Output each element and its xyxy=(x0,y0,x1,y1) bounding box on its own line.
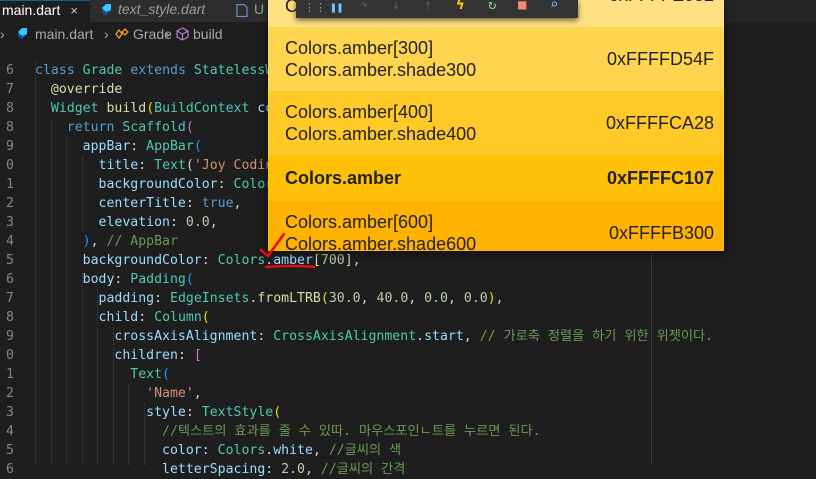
tab-label: main.dart xyxy=(2,2,61,18)
code-text: color: Colors.white, //글씨의 색 xyxy=(162,443,402,458)
tab-label: text_style.dart xyxy=(118,1,206,17)
code-line[interactable]: 7 padding: EdgeInsets.fromLTRB(30.0, 40.… xyxy=(0,289,816,308)
code-text: child: Column( xyxy=(98,310,210,325)
chevron-right-icon: › xyxy=(104,26,109,42)
debug-toolbar: ⋮⋮ ❚❚ ↷ ↓ ↑ ϟ ↻ ■ ⌕ xyxy=(296,0,578,18)
code-text: @override xyxy=(50,82,123,97)
line-number: 2 xyxy=(6,196,14,211)
code-text: crossAxisAlignment: CrossAxisAlignment.s… xyxy=(114,329,714,344)
color-swatch-row: Colors.amber[600] Colors.amber.shade600 0x… xyxy=(268,201,724,251)
line-number: 5 xyxy=(6,253,14,268)
hot-reload-icon[interactable]: ϟ xyxy=(456,0,464,13)
line-number: 8 xyxy=(6,310,14,325)
code-text: 'Name', xyxy=(146,386,202,401)
swatch-name: Colors.amber xyxy=(285,167,401,189)
line-number: 2 xyxy=(6,386,14,401)
code-line[interactable]: 3 style: TextStyle( xyxy=(0,403,816,422)
tab-text-style-dart[interactable]: text_style.dart xyxy=(90,0,224,22)
code-text: body: Padding( xyxy=(82,272,194,287)
swatch-name-line: Colors.amber[400] xyxy=(285,102,434,122)
code-text: return Scaffold( xyxy=(66,120,194,135)
code-text: Text( xyxy=(130,367,170,382)
step-out-icon[interactable]: ↑ xyxy=(424,0,432,13)
breadcrumb-item-file[interactable]: main.dart xyxy=(35,22,93,46)
code-text: children: [ xyxy=(114,348,202,363)
line-number: 8 xyxy=(6,101,14,116)
code-line[interactable]: 8 child: Column( xyxy=(0,308,816,327)
chevron-right-icon: › xyxy=(165,26,170,42)
color-swatch-row: Colors.amber[300] Colors.amber.shade300 0x… xyxy=(268,27,724,91)
swatch-hex: 0xFFFFD54F xyxy=(606,49,714,69)
inspect-icon[interactable]: ⌕ xyxy=(550,0,558,13)
swatch-name-line: Colors.amber[300] xyxy=(285,38,434,58)
code-line[interactable]: 5 color: Colors.white, //글씨의 색 xyxy=(0,441,816,460)
step-over-icon[interactable]: ↷ xyxy=(360,0,368,13)
line-number: 7 xyxy=(6,291,14,306)
line-number: 4 xyxy=(6,234,14,249)
line-number: 0 xyxy=(6,158,14,173)
line-number: 9 xyxy=(6,329,14,344)
swatch-hex: 0xFFFFB300 xyxy=(608,223,714,243)
code-text: letterSpacing: 2.0, //글씨의 간격 xyxy=(162,462,406,477)
color-swatch-row: Colors.amber[400] Colors.amber.shade400 0x… xyxy=(268,91,724,155)
swatch-name: Colors.amber[400] Colors.amber.shade400 xyxy=(285,101,476,145)
line-number: 6 xyxy=(6,63,14,78)
drag-grip-icon[interactable]: ⋮⋮ xyxy=(304,1,326,14)
swatch-hex: 0xFFFFC107 xyxy=(606,168,714,188)
code-line[interactable]: 1 Text( xyxy=(0,365,816,384)
code-text: padding: EdgeInsets.fromLTRB(30.0, 40.0,… xyxy=(98,291,504,306)
code-text: ), // AppBar xyxy=(82,234,178,249)
swatch-hex: 0xFFFFCA28 xyxy=(605,113,714,133)
line-number: 6 xyxy=(6,462,14,477)
dart-file-icon xyxy=(18,28,27,39)
tab-label: U xyxy=(254,1,265,17)
line-number: 4 xyxy=(6,424,14,439)
pause-icon[interactable]: ❚❚ xyxy=(330,1,343,14)
code-line[interactable]: 6 letterSpacing: 2.0, //글씨의 간격 xyxy=(0,460,816,479)
line-number: 5 xyxy=(6,443,14,458)
method-cube-icon xyxy=(176,27,189,41)
code-text: //텍스트의 효과를 줄 수 있따. 마우스포인ㄴ트를 누르면 된다. xyxy=(162,424,541,439)
swatch-hex: 0xFFFFE082 xyxy=(609,0,714,6)
code-line[interactable]: 6 body: Padding( xyxy=(0,270,816,289)
class-icon xyxy=(115,28,129,40)
amber-color-preview: Colors.amber[200]Colors.amber.shade2000x… xyxy=(268,0,724,251)
line-number: 9 xyxy=(6,139,14,154)
swatch-name: Colors.amber[300] Colors.amber.shade300 xyxy=(285,37,476,81)
code-line[interactable]: 0 children: [ xyxy=(0,346,816,365)
tab-u[interactable]: U xyxy=(224,0,268,22)
code-line[interactable]: 4 //텍스트의 효과를 줄 수 있따. 마우스포인ㄴ트를 누르면 된다. xyxy=(0,422,816,441)
code-line[interactable]: 9 crossAxisAlignment: CrossAxisAlignment… xyxy=(0,327,816,346)
color-swatch-row: Colors.amber 0xFFFFC107 xyxy=(268,155,724,201)
code-text: style: TextStyle( xyxy=(146,405,282,420)
swatch-name-line: Colors.amber.shade300 xyxy=(285,60,477,80)
chevron-right-icon: › xyxy=(0,26,5,42)
close-tab-icon[interactable]: × xyxy=(70,1,78,20)
red-checkmark-annotation xyxy=(259,232,316,269)
dart-file-icon xyxy=(102,4,111,15)
line-number: 1 xyxy=(6,177,14,192)
breadcrumb-item-method[interactable]: build xyxy=(193,22,223,46)
tab-main-dart[interactable]: main.dart × xyxy=(0,0,90,22)
code-line[interactable]: 2 'Name', xyxy=(0,384,816,403)
line-number: 1 xyxy=(6,367,14,382)
line-number: 3 xyxy=(6,405,14,420)
code-text: appBar: AppBar( xyxy=(82,139,202,154)
line-number: 7 xyxy=(6,82,14,97)
code-line[interactable]: 5 backgroundColor: Colors.amber[700], xyxy=(0,251,816,270)
swatch-name-line: Colors.amber.shade400 xyxy=(285,124,477,144)
line-number: 3 xyxy=(6,215,14,230)
code-text: title: Text('Joy Coding'), xyxy=(98,158,305,173)
step-into-icon[interactable]: ↓ xyxy=(392,0,400,13)
file-icon xyxy=(236,4,248,17)
code-text: centerTitle: true, xyxy=(98,196,242,211)
restart-icon[interactable]: ↻ xyxy=(488,0,496,13)
line-number: 6 xyxy=(6,272,14,287)
line-number: 8 xyxy=(6,120,14,135)
line-number: 0 xyxy=(6,348,14,363)
stop-icon[interactable]: ■ xyxy=(518,0,526,13)
swatch-name-line: Colors.amber xyxy=(285,168,402,188)
code-text: elevation: 0.0, xyxy=(98,215,218,230)
